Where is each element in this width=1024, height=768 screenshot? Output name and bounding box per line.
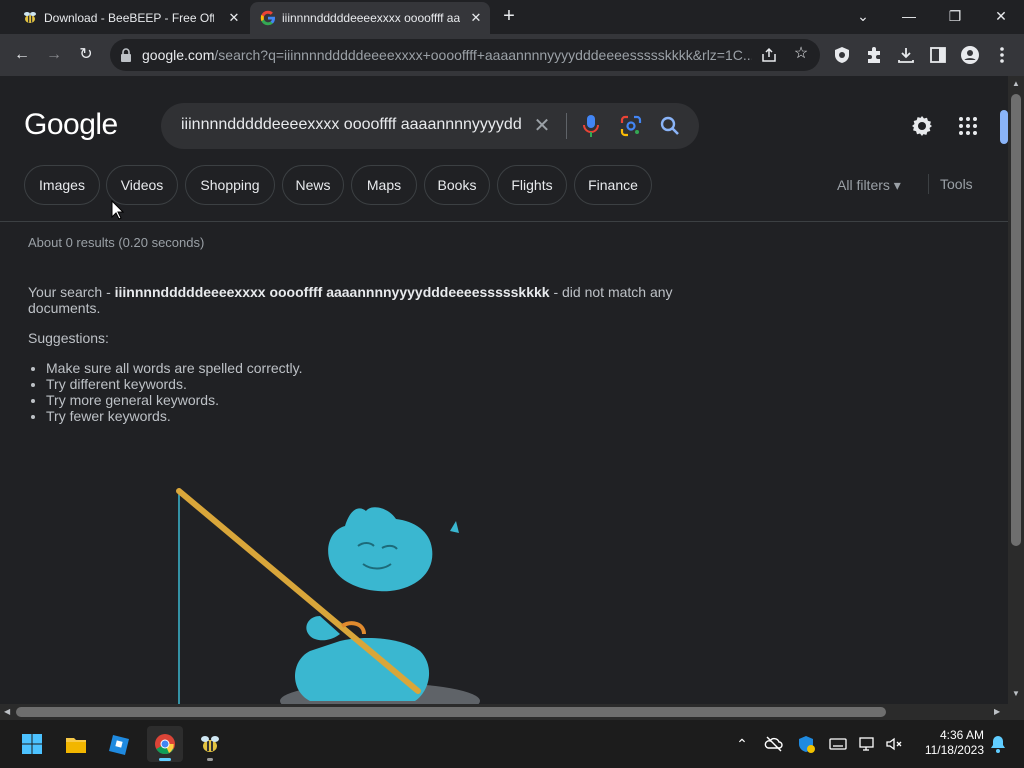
- notification-bell-icon[interactable]: [988, 734, 1008, 754]
- tab-beebeep[interactable]: Download - BeeBEEP - Free Offic ✕: [22, 2, 248, 34]
- scroll-up-arrow-icon[interactable]: ▲: [1012, 80, 1020, 88]
- side-panel-indicator: [1000, 110, 1008, 144]
- chip-finance[interactable]: Finance: [574, 165, 652, 205]
- volume-muted-icon[interactable]: [884, 734, 904, 754]
- tools-button[interactable]: Tools: [940, 176, 973, 192]
- tab-title: Download - BeeBEEP - Free Offic: [44, 11, 214, 25]
- beebeep-button[interactable]: [192, 726, 228, 762]
- search-divider: [566, 113, 567, 139]
- extension-shield-icon[interactable]: [832, 45, 852, 65]
- search-box[interactable]: iiinnnndddddeeeexxxx ooooffff aaaannnnyy…: [161, 103, 699, 149]
- all-filters-button[interactable]: All filters ▾: [837, 177, 901, 194]
- mouse-cursor-icon: [111, 200, 125, 220]
- chip-news[interactable]: News: [282, 165, 344, 205]
- keyboard-icon[interactable]: [828, 734, 848, 754]
- lock-icon[interactable]: [120, 48, 132, 62]
- windows-start-icon: [22, 734, 42, 754]
- google-apps-grid-icon[interactable]: [956, 114, 980, 138]
- profile-avatar-icon[interactable]: [960, 45, 980, 65]
- clock-time: 4:36 AM: [939, 728, 984, 742]
- system-clock[interactable]: 4:36 AM 11/18/2023: [910, 728, 984, 758]
- extensions-puzzle-icon[interactable]: [864, 45, 884, 65]
- chip-shopping[interactable]: Shopping: [185, 165, 275, 205]
- close-window-button[interactable]: ✕: [991, 6, 1011, 26]
- suggestions-list: Make sure all words are spelled correctl…: [46, 360, 303, 424]
- chip-flights[interactable]: Flights: [497, 165, 567, 205]
- onedrive-offline-icon[interactable]: [764, 734, 784, 754]
- tab-google-search[interactable]: iiinnnndddddeeeexxxx ooooffff aa ✕: [250, 2, 490, 34]
- bookmark-star-icon[interactable]: ☆: [792, 44, 810, 62]
- app-button[interactable]: [102, 726, 138, 762]
- windows-taskbar: ⌃ 4:36 AM 11/18/2023: [0, 720, 1024, 768]
- scroll-down-arrow-icon[interactable]: ▼: [1012, 690, 1020, 698]
- horizontal-scroll-thumb[interactable]: [16, 707, 886, 717]
- tab-title: iiinnnndddddeeeexxxx ooooffff aa: [282, 11, 460, 25]
- result-stats: About 0 results (0.20 seconds): [28, 235, 205, 250]
- browser-toolbar: ← → ↻ google.com/search?q=iiinnnndddddee…: [0, 34, 1024, 76]
- more-menu-icon[interactable]: [992, 45, 1012, 65]
- chip-books[interactable]: Books: [424, 165, 490, 205]
- close-tab-icon[interactable]: ✕: [468, 10, 484, 26]
- tab-strip: Download - BeeBEEP - Free Offic ✕ iiinnn…: [0, 0, 1024, 34]
- share-icon[interactable]: [760, 46, 778, 64]
- chip-videos[interactable]: Videos: [106, 165, 178, 205]
- side-panel-icon[interactable]: [928, 45, 948, 65]
- clock-date: 11/18/2023: [924, 743, 984, 757]
- beebeep-icon: [201, 736, 219, 752]
- download-icon[interactable]: [896, 45, 916, 65]
- clear-search-icon[interactable]: ✕: [531, 115, 553, 137]
- minimize-button[interactable]: —: [899, 6, 919, 26]
- app-icon: [109, 735, 129, 755]
- google-logo[interactable]: Google: [24, 108, 118, 142]
- search-icon[interactable]: [659, 115, 681, 137]
- tray-overflow-chevron-icon[interactable]: ⌃: [732, 734, 752, 754]
- back-button[interactable]: ←: [12, 45, 32, 65]
- header-divider: [0, 221, 1008, 222]
- running-indicator: [207, 758, 213, 761]
- suggestion-item: Try more general keywords.: [46, 392, 303, 408]
- google-g-icon: [260, 10, 275, 26]
- scrollbar-corner: [1008, 704, 1024, 720]
- restore-button[interactable]: ❐: [945, 6, 965, 26]
- no-match-message: Your search - iiinnnndddddeeeexxxx oooof…: [28, 284, 673, 316]
- scroll-left-arrow-icon[interactable]: ◀: [4, 708, 12, 716]
- chrome-icon: [155, 734, 175, 755]
- tab-search-chevron-icon[interactable]: ⌄: [853, 6, 873, 26]
- vertical-scrollbar[interactable]: ▲ ▼: [1008, 76, 1024, 704]
- chip-images[interactable]: Images: [24, 165, 100, 205]
- suggestions-label: Suggestions:: [28, 330, 109, 346]
- search-results-page: Google iiinnnndddddeeeexxxx ooooffff aaa…: [0, 76, 1008, 704]
- file-explorer-icon: [66, 738, 86, 753]
- forward-button[interactable]: →: [44, 45, 64, 65]
- scroll-right-arrow-icon[interactable]: ▶: [994, 708, 1002, 716]
- microphone-icon[interactable]: [582, 114, 600, 138]
- search-input[interactable]: iiinnnndddddeeeexxxx ooooffff aaaannnnyy…: [181, 116, 521, 134]
- fishing-monster-illustration: [176, 488, 480, 704]
- reload-button[interactable]: ↻: [76, 45, 96, 65]
- vertical-scroll-thumb[interactable]: [1011, 94, 1021, 546]
- security-shield-icon[interactable]: [796, 734, 816, 754]
- suggestion-item: Try different keywords.: [46, 376, 303, 392]
- chip-maps[interactable]: Maps: [351, 165, 417, 205]
- url-text[interactable]: google.com/search?q=iiinnnndddddeeeexxxx…: [142, 47, 752, 63]
- new-tab-button[interactable]: +: [499, 6, 519, 26]
- file-explorer-button[interactable]: [58, 726, 94, 762]
- address-bar[interactable]: google.com/search?q=iiinnnndddddeeeexxxx…: [110, 39, 820, 71]
- suggestion-item: Make sure all words are spelled correctl…: [46, 360, 303, 376]
- horizontal-scrollbar[interactable]: ◀ ▶: [0, 704, 1008, 720]
- settings-gear-icon[interactable]: [910, 114, 934, 138]
- suggestion-item: Try fewer keywords.: [46, 408, 303, 424]
- network-display-icon[interactable]: [858, 734, 878, 754]
- filters-divider: [928, 174, 929, 194]
- close-tab-icon[interactable]: ✕: [226, 10, 242, 26]
- search-term: iiinnnndddddeeeexxxx ooooffff aaaannnnyy…: [114, 284, 550, 300]
- google-lens-icon[interactable]: [620, 115, 642, 137]
- chrome-button[interactable]: [147, 726, 183, 762]
- bee-icon: [24, 12, 36, 23]
- start-button[interactable]: [14, 726, 50, 762]
- active-indicator: [159, 758, 171, 761]
